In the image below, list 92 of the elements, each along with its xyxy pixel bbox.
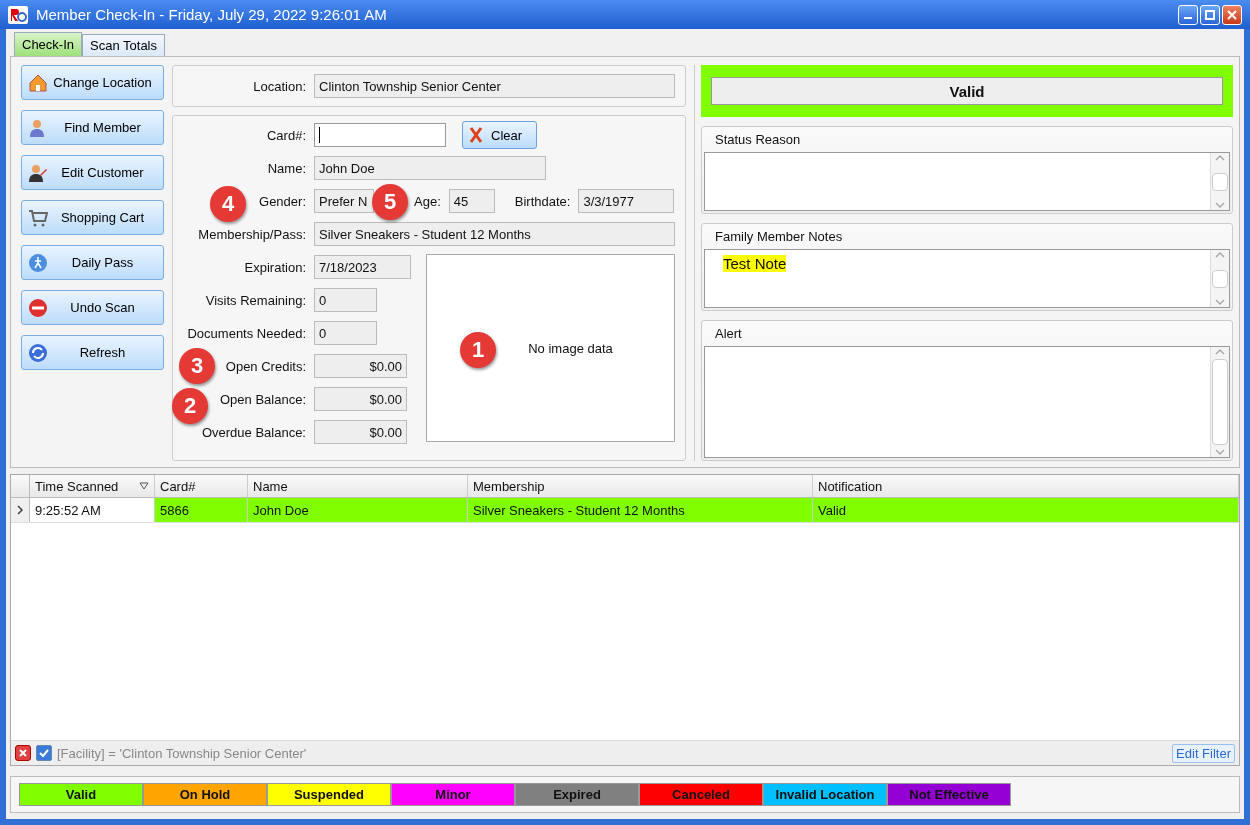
house-icon: [28, 72, 48, 93]
no-entry-icon: [28, 297, 48, 318]
status-legend-item: Minor: [391, 783, 515, 806]
maximize-icon: [1205, 9, 1215, 20]
filter-expression: [Facility] = 'Clinton Township Senior Center': [57, 745, 307, 761]
close-icon: [18, 748, 28, 758]
table-cell: 5866: [155, 498, 248, 522]
panel-title: Alert: [714, 325, 743, 343]
field-value: 0: [314, 288, 377, 312]
location-field: Clinton Township Senior Center: [314, 74, 675, 98]
table-cell: John Doe: [248, 498, 468, 522]
membership-field: Silver Sneakers - Student 12 Months: [314, 222, 675, 246]
sidebar-button[interactable]: Undo Scan: [21, 290, 164, 325]
status-legend-item: On Hold: [143, 783, 267, 806]
refresh-icon: [28, 342, 48, 363]
field-value: 0: [314, 321, 377, 345]
field-value: $0.00: [314, 387, 407, 411]
status-text: Valid: [711, 77, 1223, 105]
x-mark-icon: [469, 127, 483, 143]
panel-title: Family Member Notes: [714, 228, 844, 246]
status-legend-item: Invalid Location: [763, 783, 887, 806]
table-cell: Valid: [813, 498, 1239, 522]
clear-filter-button[interactable]: [15, 745, 31, 761]
scroll-up-icon[interactable]: [1214, 347, 1226, 357]
field-label: Card#:: [265, 127, 307, 143]
column-header[interactable]: Card#: [155, 475, 248, 497]
field-label: Birthdate:: [514, 193, 571, 209]
column-header[interactable]: Notification: [813, 475, 1239, 497]
close-button[interactable]: [1222, 4, 1242, 25]
minimize-button[interactable]: [1178, 4, 1198, 25]
status-legend-item: Canceled: [639, 783, 763, 806]
text-area[interactable]: [704, 152, 1230, 211]
tab[interactable]: Scan Totals: [82, 34, 165, 56]
scroll-down-icon[interactable]: [1214, 200, 1226, 210]
scroll-up-icon[interactable]: [1214, 250, 1226, 260]
filter-checkbox[interactable]: [36, 745, 52, 761]
field-label: Open Credits:: [225, 358, 306, 374]
grid-row[interactable]: 9:25:52 AM 5866 John Doe Silver Sneakers - Student 12 Months Valid: [11, 498, 1239, 523]
sidebar-button[interactable]: Shopping Cart: [21, 200, 164, 235]
field-label: Membership/Pass:: [197, 226, 307, 242]
status-legend-item: Valid: [19, 783, 143, 806]
field-value: $0.00: [314, 420, 407, 444]
status-legend-item: Expired: [515, 783, 639, 806]
column-header[interactable]: Name: [248, 475, 468, 497]
scrollbar[interactable]: [1210, 250, 1229, 307]
text-area[interactable]: [704, 346, 1230, 458]
field-label: Expiration:: [244, 259, 306, 275]
scroll-down-icon[interactable]: [1214, 447, 1226, 457]
cart-icon: [28, 207, 48, 228]
tab[interactable]: Check-In: [14, 32, 83, 56]
status-legend-item: Suspended: [267, 783, 391, 806]
scroll-down-icon[interactable]: [1214, 297, 1226, 307]
scroll-up-icon[interactable]: [1214, 153, 1226, 163]
maximize-button[interactable]: [1200, 4, 1220, 25]
gender-field: Prefer N: [314, 189, 374, 213]
window-title: Member Check-In - Friday, July 29, 2022 9:26:01 AM: [36, 6, 387, 23]
edit-filter-button[interactable]: Edit Filter: [1172, 743, 1235, 763]
field-label: Documents Needed:: [187, 325, 306, 341]
birthdate-field: 3/3/1977: [578, 189, 675, 213]
status-legend-item: Not Effective: [887, 783, 1011, 806]
column-header[interactable]: Time Scanned: [30, 475, 155, 497]
person-icon: [28, 162, 48, 183]
card-number-field[interactable]: [314, 123, 446, 147]
sidebar-button[interactable]: Find Member: [21, 110, 164, 145]
sidebar-button[interactable]: Refresh: [21, 335, 164, 370]
field-label: Location:: [252, 78, 307, 94]
field-label: Gender:: [259, 193, 306, 209]
scrollbar[interactable]: [1210, 347, 1229, 457]
sidebar-button[interactable]: Edit Customer: [21, 155, 164, 190]
scrollbar[interactable]: [1210, 153, 1229, 210]
field-value: 7/18/2023: [314, 255, 411, 279]
column-header[interactable]: Membership: [468, 475, 813, 497]
sidebar-button[interactable]: Change Location: [21, 65, 164, 100]
table-cell: Silver Sneakers - Student 12 Months: [468, 498, 813, 522]
minimize-icon: [1184, 16, 1192, 19]
field-label: Visits Remaining:: [205, 292, 306, 308]
close-icon: [1227, 9, 1237, 20]
field-label: Open Balance:: [220, 391, 306, 407]
walking-figure-icon: [28, 252, 48, 273]
text-area[interactable]: Test Note: [704, 249, 1230, 308]
field-label: Name:: [266, 160, 307, 176]
age-field: 45: [448, 189, 495, 213]
no-image-text: No image data: [527, 340, 613, 356]
panel-title: Status Reason: [714, 131, 802, 149]
field-label: Overdue Balance:: [201, 424, 306, 440]
app-logo-icon: [8, 5, 28, 24]
name-field: John Doe: [314, 156, 546, 180]
field-value: $0.00: [314, 354, 407, 378]
clear-button[interactable]: Clear: [462, 121, 537, 149]
field-label: Age:: [414, 193, 441, 209]
sidebar-button[interactable]: Daily Pass: [21, 245, 164, 280]
note-text: Test Note: [723, 255, 787, 272]
